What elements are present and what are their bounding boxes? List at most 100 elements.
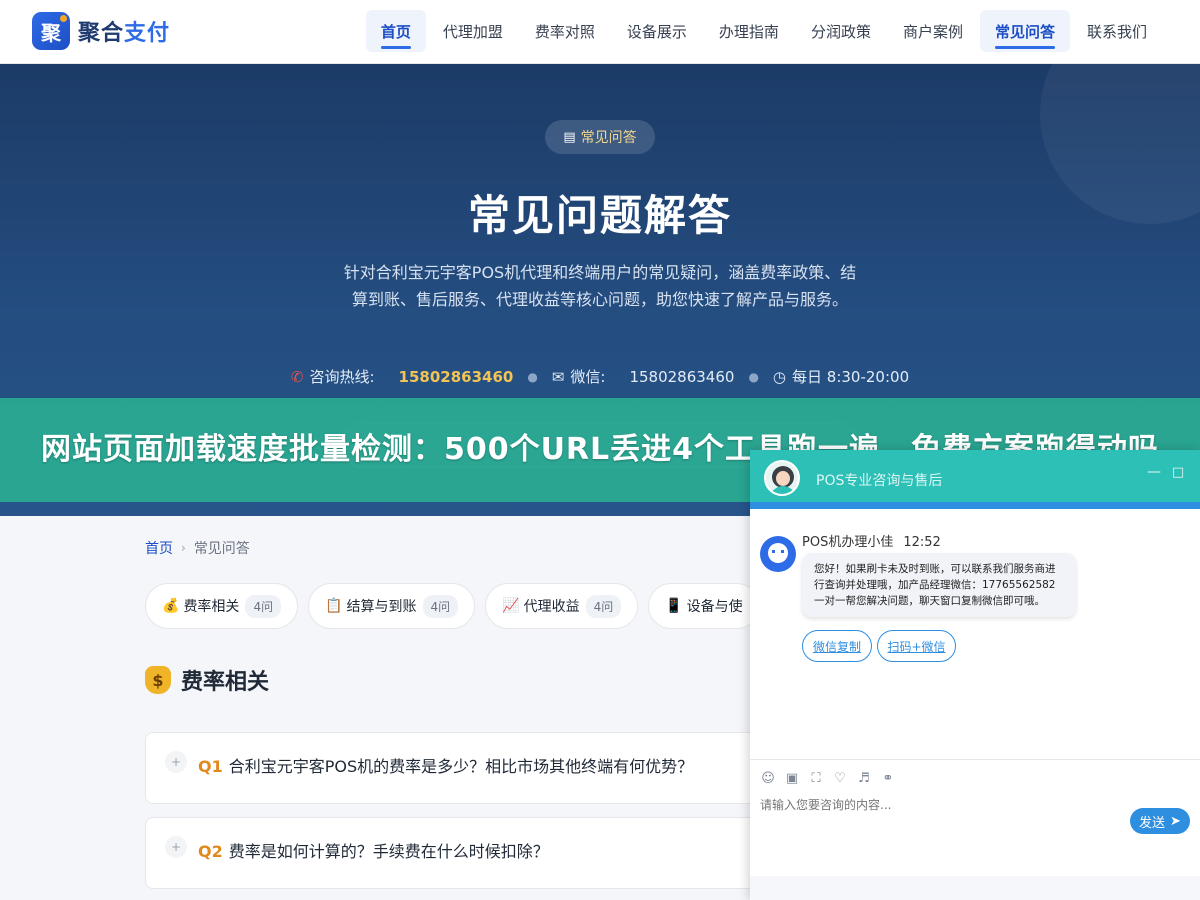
hero-contact-row: ✆ 咨询热线: 15802863460 ● ✉ 微信: 15802863460 … — [0, 366, 1200, 387]
nav-rate-compare[interactable]: 费率对照 — [520, 10, 610, 52]
category-count: 4问 — [422, 594, 459, 618]
image-icon[interactable]: ▣ — [784, 770, 800, 786]
category-tabs: 💰 费率相关 4问 📋 结算与到账 4问 📈 代理收益 4问 📱 设备与使 — [145, 583, 770, 629]
plus-icon[interactable]: + — [165, 836, 187, 858]
category-tab-devices[interactable]: 📱 设备与使 — [648, 583, 760, 629]
screenshot-icon[interactable]: ⛶ — [808, 770, 824, 786]
category-label: 结算与到账 — [346, 599, 417, 615]
nav-guide[interactable]: 办理指南 — [704, 10, 794, 52]
hours-value: 每日 8:30-20:00 — [792, 368, 910, 386]
hero-description: 针对合利宝元宇客POS机代理和终端用户的常见疑问，涵盖费率政策、结算到账、售后服… — [343, 263, 857, 309]
clipboard-icon: 📋 — [325, 598, 343, 614]
chat-divider — [750, 759, 1200, 760]
separator-dot: ● — [748, 369, 759, 384]
category-tab-fees[interactable]: 💰 费率相关 4问 — [145, 583, 299, 629]
send-button[interactable]: 发送 ➤ — [1130, 808, 1190, 834]
nav-profit-policy[interactable]: 分润政策 — [796, 10, 886, 52]
hotline-item[interactable]: ✆ 咨询热线: 15802863460 — [291, 366, 513, 387]
logo[interactable]: 聚 聚合支付 — [32, 12, 170, 50]
phone-device-icon: 📱 — [665, 598, 683, 614]
hero-badge-label: 常见问答 — [580, 130, 637, 146]
clipboard-icon: ▤ — [563, 129, 576, 145]
sound-icon[interactable]: ♬ — [856, 770, 872, 786]
maximize-icon[interactable]: □ — [1170, 464, 1186, 480]
breadcrumb-current: 常见问答 — [193, 541, 250, 557]
agent-message-bubble: 您好！如果刷卡未及时到账，可以联系我们服务商进行查询并处理哦，加产品经理微信：1… — [802, 553, 1076, 617]
logo-dot — [60, 15, 67, 22]
category-tab-agent-income[interactable]: 📈 代理收益 4问 — [485, 583, 639, 629]
emoji-icon[interactable]: ☺ — [760, 770, 776, 786]
chat-bubble-icon: ✉ — [551, 367, 565, 386]
nav-devices[interactable]: 设备展示 — [612, 10, 702, 52]
rate-icon[interactable]: ♡ — [832, 770, 848, 786]
money-bag-icon: 💰 — [162, 598, 180, 614]
faq-number: Q2 — [198, 842, 223, 861]
nav-contact[interactable]: 联系我们 — [1072, 10, 1162, 52]
section-heading: $ 费率相关 — [145, 664, 269, 696]
chat-history-icon[interactable]: ⚭ — [880, 770, 896, 786]
money-bag-icon: $ — [145, 666, 171, 694]
breadcrumb: 首页 › 常见问答 — [145, 538, 250, 558]
chat-title: POS专业咨询与售后 — [816, 473, 943, 489]
breadcrumb-home[interactable]: 首页 — [145, 538, 173, 558]
category-count: 4问 — [585, 594, 622, 618]
chat-header-bar — [750, 502, 1200, 509]
main-nav: 首页 代理加盟 费率对照 设备展示 办理指南 分润政策 商户案例 常见问答 联系… — [364, 10, 1162, 52]
faq-question-text: 合利宝元宇客POS机的费率是多少？相比市场其他终端有何优势？ — [228, 757, 694, 776]
logo-text: 聚合支付 — [78, 15, 170, 47]
nav-agent-join[interactable]: 代理加盟 — [428, 10, 518, 52]
avatar-body — [770, 486, 796, 494]
avatar-face — [776, 471, 790, 486]
minimize-icon[interactable]: — — [1146, 464, 1162, 480]
agent-avatar-face — [768, 543, 788, 563]
clock-icon: ◷ — [772, 367, 787, 386]
section-title-text: 费率相关 — [181, 670, 270, 695]
logo-mark-char: 聚 — [41, 20, 61, 45]
chart-up-icon: 📈 — [502, 598, 520, 614]
category-label: 设备与使 — [686, 599, 743, 615]
hotline-value: 15802863460 — [398, 367, 514, 386]
page-title: 常见问题解答 — [467, 191, 732, 240]
chat-header-avatar — [764, 460, 800, 496]
phone-icon: ✆ — [290, 367, 304, 386]
logo-name-a: 聚合 — [78, 21, 125, 46]
faq-question: Q2 费率是如何计算的？手续费在什么时候扣除？ — [198, 838, 549, 862]
chat-messages: POS机办理小佳 12:52 您好！如果刷卡未及时到账，可以联系我们服务商进行查询… — [750, 509, 1200, 759]
send-label: 发送 — [1139, 815, 1166, 831]
faq-question: Q1 合利宝元宇客POS机的费率是多少？相比市场其他终端有何优势？ — [198, 753, 693, 777]
nav-faq[interactable]: 常见问答 — [979, 10, 1070, 52]
chat-widget: POS专业咨询与售后 — □ POS机办理小佳 12:52 您好！如果刷卡未及时到… — [750, 450, 1200, 900]
hotline-label: 咨询热线: — [309, 368, 375, 386]
category-count: 4问 — [245, 594, 282, 618]
plus-icon[interactable]: + — [165, 751, 187, 773]
chat-toolbar: ☺ ▣ ⛶ ♡ ♬ ⚭ — [760, 770, 904, 786]
nav-home[interactable]: 首页 — [365, 10, 426, 52]
category-label: 费率相关 — [183, 599, 240, 615]
chat-message-input[interactable] — [760, 798, 1120, 812]
hero-badge: ▤ 常见问答 — [545, 120, 655, 154]
message-time: 12:52 — [903, 535, 941, 550]
nav-merchant-cases[interactable]: 商户案例 — [888, 10, 978, 52]
hours-item: ◷ 每日 8:30-20:00 — [773, 366, 909, 387]
chat-header: POS专业咨询与售后 — □ — [750, 450, 1200, 502]
logo-mark: 聚 — [32, 12, 70, 50]
site-header: 聚 聚合支付 首页 代理加盟 费率对照 设备展示 办理指南 分润政策 商户案例 … — [0, 0, 1200, 64]
separator-dot: ● — [527, 369, 538, 384]
agent-avatar-eyes — [772, 550, 784, 553]
agent-name: POS机办理小佳 — [802, 535, 894, 550]
chevron-right-icon: › — [181, 541, 186, 555]
copy-wechat-button[interactable]: 微信复制 — [802, 630, 872, 662]
logo-name-b: 支付 — [124, 21, 171, 46]
category-label: 代理收益 — [523, 599, 580, 615]
category-tab-settlement[interactable]: 📋 结算与到账 4问 — [308, 583, 476, 629]
agent-meta: POS机办理小佳 12:52 — [802, 531, 941, 550]
faq-number: Q1 — [198, 757, 223, 776]
agent-avatar — [760, 536, 796, 572]
wechat-value: 15802863460 — [629, 367, 735, 386]
send-arrow-icon: ➤ — [1170, 813, 1181, 829]
chat-footer — [750, 876, 1200, 900]
wechat-item[interactable]: ✉ 微信: 15802863460 — [552, 366, 735, 387]
faq-question-text: 费率是如何计算的？手续费在什么时候扣除？ — [228, 842, 549, 861]
wechat-label: 微信: — [570, 368, 606, 386]
scan-wechat-button[interactable]: 扫码+微信 — [877, 630, 956, 662]
